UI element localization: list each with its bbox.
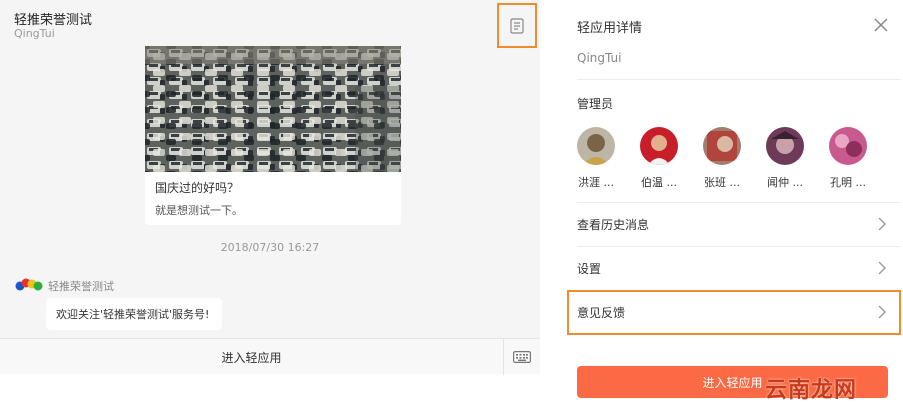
admin-name: 闻仲 ... [767, 176, 803, 189]
admin-item[interactable]: 张班 ... [697, 127, 747, 190]
row-label: 查看历史消息 [577, 218, 650, 232]
panel-title: 轻应用详情 [577, 21, 643, 36]
divider [577, 246, 900, 247]
chat-panel: 轻推荣誉测试 QingTui 国庆过的好吗？ 就是想测试一下。 2018/07/… [0, 0, 540, 375]
chat-header: 轻推荣誉测试 QingTui [0, 0, 540, 48]
chat-bottom-bar: 进入轻应用 [0, 338, 540, 375]
row-label: 设置 [577, 262, 602, 276]
app-detail-button[interactable] [497, 3, 537, 48]
divider [577, 79, 900, 80]
app-detail-panel: 轻应用详情 QingTui 管理员 洪涯 ... 伯温 ... 张班 ... 闻… [560, 0, 903, 418]
admin-item[interactable]: 伯温 ... [634, 127, 684, 190]
chat-subtitle: QingTui [14, 27, 55, 40]
message-timestamp: 2018/07/30 16:27 [220, 241, 320, 254]
article-description: 就是想测试一下。 [155, 204, 243, 217]
enter-app-link[interactable]: 进入轻应用 [0, 339, 503, 375]
traffic-photo [145, 46, 401, 172]
sender-avatar [15, 275, 43, 295]
avatar [703, 127, 741, 165]
article-title: 国庆过的好吗？ [155, 181, 240, 195]
avatar [640, 127, 678, 165]
message-bubble: 欢迎关注'轻推荣誉测试'服务号! [46, 298, 222, 330]
admin-item[interactable]: 孔明 ... [823, 127, 873, 190]
row-settings[interactable]: 设置 [560, 248, 903, 288]
article-card[interactable]: 国庆过的好吗？ 就是想测试一下。 [145, 46, 401, 225]
row-history-messages[interactable]: 查看历史消息 [560, 204, 903, 244]
keyboard-icon [513, 351, 531, 363]
chat-title: 轻推荣誉测试 [14, 13, 93, 28]
sender-name: 轻推荣誉测试 [48, 280, 114, 293]
close-button[interactable] [872, 16, 890, 34]
watermark-logo: 云南龙网 [765, 377, 858, 403]
admin-name: 张班 ... [704, 176, 740, 189]
avatar [577, 127, 615, 165]
admin-item[interactable]: 洪涯 ... [571, 127, 621, 190]
app-code: QingTui [577, 51, 622, 65]
chevron-right-icon [878, 261, 886, 275]
admin-item[interactable]: 闻仲 ... [760, 127, 810, 190]
admin-section-label: 管理员 [577, 97, 614, 111]
admin-name: 孔明 ... [830, 176, 866, 189]
divider [577, 202, 900, 203]
feedback-highlight-box [567, 290, 901, 335]
avatar [766, 127, 804, 165]
article-image [145, 46, 401, 172]
admin-name: 洪涯 ... [578, 176, 614, 189]
close-icon [874, 18, 888, 32]
avatar [829, 127, 867, 165]
chevron-right-icon [878, 217, 886, 231]
keyboard-toggle-button[interactable] [504, 339, 540, 375]
admin-name: 伯温 ... [641, 176, 677, 189]
document-icon [510, 17, 524, 34]
